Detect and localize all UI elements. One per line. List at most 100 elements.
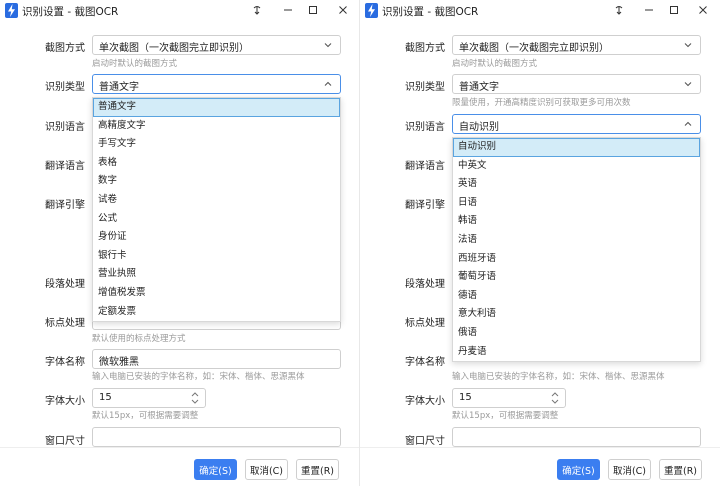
maximize-icon[interactable] bbox=[665, 2, 683, 18]
font-size-stepper[interactable]: 15 bbox=[92, 388, 206, 408]
recognition-type-select[interactable]: 普通文字 bbox=[92, 74, 341, 94]
window-size-input[interactable] bbox=[92, 427, 341, 447]
window-title: 识别设置 - 截图OCR bbox=[22, 6, 119, 18]
recognition-type-value: 普通文字 bbox=[459, 82, 499, 93]
translate-language-label: 翻译语言 bbox=[45, 161, 85, 172]
capture-mode-select[interactable]: 单次截图（一次截图完立即识别） bbox=[452, 35, 701, 55]
dropdown-option[interactable]: 自动识别 bbox=[453, 138, 700, 157]
dropdown-option[interactable]: 西班牙语 bbox=[453, 250, 700, 269]
lightning-icon bbox=[5, 3, 18, 18]
font-size-stepper[interactable]: 15 bbox=[452, 388, 566, 408]
dropdown-option[interactable]: 日语 bbox=[453, 194, 700, 213]
minimize-icon[interactable] bbox=[640, 2, 658, 18]
font-name-hint: 输入电脑已安装的字体名称，如：宋体、楷体、思源黑体 bbox=[452, 372, 665, 382]
dropdown-option[interactable]: 中英文 bbox=[453, 157, 700, 176]
dropdown-option[interactable]: 法语 bbox=[453, 231, 700, 250]
dropdown-option[interactable]: 高精度文字 bbox=[93, 117, 340, 136]
recognition-language-label: 识别语言 bbox=[45, 122, 85, 133]
capture-mode-hint: 启动时默认的截图方式 bbox=[452, 59, 538, 69]
recognition-type-select[interactable]: 普通文字 bbox=[452, 74, 701, 94]
cancel-button[interactable]: 取消(C) bbox=[608, 459, 651, 480]
stepper-arrows-icon[interactable] bbox=[191, 391, 199, 405]
dropdown-option[interactable]: 俄语 bbox=[453, 324, 700, 343]
dropdown-option[interactable]: 银行卡 bbox=[93, 247, 340, 266]
capture-mode-value: 单次截图（一次截图完立即识别） bbox=[99, 43, 249, 54]
window-title: 识别设置 - 截图OCR bbox=[382, 6, 479, 18]
pin-icon[interactable] bbox=[248, 2, 266, 18]
translate-engine-label: 翻译引擎 bbox=[405, 200, 445, 211]
dropdown-option[interactable]: 手写文字 bbox=[93, 135, 340, 154]
paragraph-label: 段落处理 bbox=[405, 279, 445, 290]
font-name-label: 字体名称 bbox=[45, 357, 85, 368]
punctuation-label: 标点处理 bbox=[45, 318, 85, 329]
font-size-value: 15 bbox=[459, 392, 472, 403]
dropdown-option[interactable]: 公式 bbox=[93, 210, 340, 229]
dropdown-option[interactable]: 德语 bbox=[453, 287, 700, 306]
minimize-icon[interactable] bbox=[279, 2, 297, 18]
font-size-hint: 默认15px，可根据需要调整 bbox=[452, 411, 559, 421]
window-size-input[interactable] bbox=[452, 427, 701, 447]
close-icon[interactable] bbox=[334, 2, 352, 18]
punctuation-label: 标点处理 bbox=[405, 318, 445, 329]
dropdown-option[interactable]: 营业执照 bbox=[93, 265, 340, 284]
dropdown-option[interactable]: 表格 bbox=[93, 154, 340, 173]
recognition-language-value: 自动识别 bbox=[459, 122, 499, 133]
dropdown-option[interactable]: 增值税发票 bbox=[93, 284, 340, 303]
capture-mode-label: 截图方式 bbox=[405, 43, 445, 54]
dropdown-option[interactable]: 韩语 bbox=[453, 212, 700, 231]
recognition-language-select[interactable]: 自动识别 bbox=[452, 114, 701, 134]
ok-button[interactable]: 确定(S) bbox=[194, 459, 237, 480]
translate-engine-label: 翻译引擎 bbox=[45, 200, 85, 211]
dropdown-option[interactable]: 葡萄牙语 bbox=[453, 268, 700, 287]
dropdown-option[interactable]: 丹麦语 bbox=[453, 343, 700, 362]
maximize-icon[interactable] bbox=[304, 2, 322, 18]
close-icon[interactable] bbox=[694, 2, 712, 18]
capture-mode-hint: 启动时默认的截图方式 bbox=[92, 59, 178, 69]
font-size-hint: 默认15px，可根据需要调整 bbox=[92, 411, 199, 421]
chevron-down-icon bbox=[684, 82, 692, 87]
stepper-arrows-icon[interactable] bbox=[551, 391, 559, 405]
window-size-label: 窗口尺寸 bbox=[45, 436, 85, 447]
reset-button[interactable]: 重置(R) bbox=[659, 459, 702, 480]
footer-bar: 确定(S) 取消(C) 重置(R) bbox=[360, 447, 720, 486]
paragraph-label: 段落处理 bbox=[45, 279, 85, 290]
chevron-down-icon bbox=[324, 43, 332, 48]
font-name-label: 字体名称 bbox=[405, 357, 445, 368]
dropdown-option[interactable]: 普通文字 bbox=[93, 98, 340, 117]
capture-mode-select[interactable]: 单次截图（一次截图完立即识别） bbox=[92, 35, 341, 55]
font-name-value: 微软雅黑 bbox=[99, 357, 139, 368]
chevron-up-icon bbox=[324, 81, 332, 86]
reset-button[interactable]: 重置(R) bbox=[296, 459, 339, 480]
lightning-icon bbox=[365, 3, 378, 18]
capture-mode-label: 截图方式 bbox=[45, 43, 85, 54]
window-size-label: 窗口尺寸 bbox=[405, 436, 445, 447]
chevron-down-icon bbox=[684, 43, 692, 48]
settings-window-left: 识别设置 - 截图OCR 截图方式 单次截图（一次截图完立即识别） 启动时默认的… bbox=[0, 0, 360, 486]
recognition-language-label: 识别语言 bbox=[405, 122, 445, 133]
cancel-button[interactable]: 取消(C) bbox=[245, 459, 288, 480]
font-name-input[interactable]: 微软雅黑 bbox=[92, 349, 341, 369]
dropdown-option[interactable]: 意大利语 bbox=[453, 305, 700, 324]
recognition-type-dropdown: 普通文字 高精度文字 手写文字 表格 数字 试卷 公式 身份证 银行卡 营业执照… bbox=[92, 97, 341, 323]
recognition-type-label: 识别类型 bbox=[45, 82, 85, 93]
pin-icon[interactable] bbox=[610, 2, 628, 18]
dropdown-option[interactable]: 试卷 bbox=[93, 191, 340, 210]
font-size-label: 字体大小 bbox=[45, 396, 85, 407]
dropdown-option[interactable]: 数字 bbox=[93, 172, 340, 191]
dropdown-option[interactable]: 身份证 bbox=[93, 228, 340, 247]
ok-button[interactable]: 确定(S) bbox=[557, 459, 600, 480]
title-bar[interactable]: 识别设置 - 截图OCR bbox=[0, 0, 360, 22]
recognition-type-hint: 限量使用，开通高精度识别可获取更多可用次数 bbox=[452, 98, 631, 108]
footer-bar: 确定(S) 取消(C) 重置(R) bbox=[0, 447, 360, 486]
dropdown-option[interactable]: 英语 bbox=[453, 175, 700, 194]
dropdown-option[interactable]: 定额发票 bbox=[93, 303, 340, 322]
capture-mode-value: 单次截图（一次截图完立即识别） bbox=[459, 43, 609, 54]
recognition-type-label: 识别类型 bbox=[405, 82, 445, 93]
translate-language-label: 翻译语言 bbox=[405, 161, 445, 172]
font-size-label: 字体大小 bbox=[405, 396, 445, 407]
settings-window-right: 识别设置 - 截图OCR 截图方式 单次截图（一次截图完立即识别） 启动时默认的… bbox=[360, 0, 720, 486]
title-bar[interactable]: 识别设置 - 截图OCR bbox=[360, 0, 720, 22]
recognition-type-value: 普通文字 bbox=[99, 82, 139, 93]
recognition-language-dropdown: 自动识别 中英文 英语 日语 韩语 法语 西班牙语 葡萄牙语 德语 意大利语 俄… bbox=[452, 137, 701, 363]
chevron-up-icon bbox=[684, 121, 692, 126]
